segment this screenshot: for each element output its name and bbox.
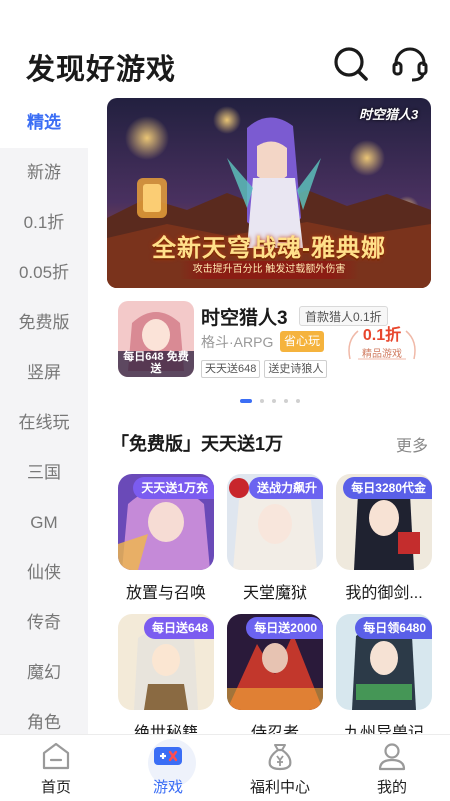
sidebar-item-rpg[interactable]: 角色 bbox=[0, 698, 88, 734]
game-name: 侍忍者 bbox=[250, 725, 299, 734]
bottom-nav: 首页 游戏 福利中心 我的 bbox=[0, 734, 450, 800]
featured-tag: 送史诗狼人 bbox=[264, 360, 328, 378]
promo-banner[interactable]: 时空猎人3 全新天穹战魂-雅典娜 攻击提升百分比 触发过载额外伤害 bbox=[107, 98, 431, 288]
game-name: 放置与召唤 bbox=[125, 585, 206, 602]
featured-cover-text: 每日648 免费送 bbox=[123, 351, 189, 375]
game-tile[interactable]: 每日3280代金 我的御剑... bbox=[336, 474, 432, 604]
featured-game-name: 时空猎人3 bbox=[201, 308, 288, 329]
banner-subtitle: 攻击提升百分比 触发过载额外伤害 bbox=[179, 261, 359, 279]
carousel-indicator bbox=[240, 399, 310, 405]
sidebar-item-three-kingdoms[interactable]: 三国 bbox=[0, 448, 88, 498]
section-more-link[interactable]: 更多 bbox=[396, 432, 428, 456]
nav-label: 福利中心 bbox=[249, 779, 310, 796]
sidebar-item-legend[interactable]: 传奇 bbox=[0, 598, 88, 648]
game-tile[interactable]: 送战力飙升 天堂魔狱 bbox=[227, 474, 323, 604]
featured-discount-value: 0.1折 bbox=[362, 327, 402, 344]
sidebar-item-fantasy[interactable]: 魔幻 bbox=[0, 648, 88, 698]
game-name: 绝世秘籍 bbox=[133, 725, 198, 734]
game-badge: 送战力飙升 bbox=[248, 477, 323, 499]
game-name: 天堂魔狱 bbox=[242, 585, 307, 602]
sidebar-item-new[interactable]: 新游 bbox=[0, 148, 88, 198]
featured-tags: 天天送648 送史诗狼人 bbox=[201, 359, 331, 378]
featured-discount-seal: 0.1折 精品游戏 bbox=[344, 321, 420, 363]
nav-label: 游戏 bbox=[152, 779, 183, 796]
game-tile[interactable]: 每日送648 绝世秘籍 bbox=[118, 614, 214, 734]
game-badge: 天天送1万充 bbox=[133, 477, 214, 499]
sidebar-item-online-play[interactable]: 在线玩 bbox=[0, 398, 88, 448]
game-badge: 每日3280代金 bbox=[343, 477, 432, 499]
page-title: 发现好游戏 bbox=[26, 54, 177, 86]
sidebar-item-portrait[interactable]: 竖屏 bbox=[0, 348, 88, 398]
game-badge: 每日送648 bbox=[143, 617, 214, 639]
featured-discount-label: 精品游戏 bbox=[362, 349, 402, 360]
profile-icon bbox=[376, 741, 408, 771]
game-tile[interactable]: 每日领6480 九州异兽记 bbox=[336, 614, 432, 734]
featured-game-cover: 每日648 免费送 bbox=[118, 301, 194, 377]
nav-label: 我的 bbox=[376, 779, 407, 796]
carousel-dot[interactable] bbox=[260, 399, 264, 403]
nav-games[interactable]: 游戏 bbox=[112, 735, 224, 801]
nav-profile[interactable]: 我的 bbox=[336, 735, 448, 801]
header: 发现好游戏 bbox=[0, 0, 450, 98]
sidebar-item-0-1-discount[interactable]: 0.1折 bbox=[0, 198, 88, 248]
section-title: 「免费版」天天送1万 bbox=[111, 434, 284, 454]
carousel-dot[interactable] bbox=[240, 399, 252, 403]
featured-game-genre: 格斗·ARPG bbox=[201, 334, 274, 350]
sidebar-item-0-05-discount[interactable]: 0.05折 bbox=[0, 248, 88, 298]
headset-icon[interactable] bbox=[390, 44, 430, 84]
main-content: 时空猎人3 全新天穹战魂-雅典娜 攻击提升百分比 触发过载额外伤害 每日648 … bbox=[88, 98, 450, 734]
carousel-dot[interactable] bbox=[296, 399, 300, 403]
featured-tag: 天天送648 bbox=[201, 360, 261, 378]
game-tile[interactable]: 天天送1万充 放置与召唤 bbox=[118, 474, 214, 604]
featured-game-card[interactable]: 每日648 免费送 时空猎人3 首款猎人0.1折 格斗·ARPG 省心玩 天天送… bbox=[118, 301, 438, 381]
banner-game-logo: 时空猎人3 bbox=[359, 107, 419, 122]
nav-home[interactable]: 首页 bbox=[0, 735, 112, 801]
sidebar-item-xianxia[interactable]: 仙侠 bbox=[0, 548, 88, 598]
gamepad-icon bbox=[152, 741, 184, 771]
game-tile[interactable]: 每日送2000 侍忍者 bbox=[227, 614, 323, 734]
carousel-dot[interactable] bbox=[284, 399, 288, 403]
game-name: 九州异兽记 bbox=[343, 725, 424, 734]
game-badge: 每日领6480 bbox=[355, 617, 432, 639]
sidebar-item-gm[interactable]: GM bbox=[0, 498, 88, 548]
featured-online-badge: 省心玩 bbox=[280, 331, 325, 352]
nav-label: 首页 bbox=[40, 779, 71, 796]
money-bag-icon bbox=[264, 741, 296, 771]
sidebar-item-free[interactable]: 免费版 bbox=[0, 298, 88, 348]
banner-title: 全新天穹战魂-雅典娜 bbox=[152, 235, 386, 262]
carousel-dot[interactable] bbox=[272, 399, 276, 403]
game-name: 我的御剑... bbox=[345, 585, 423, 602]
nav-welfare[interactable]: 福利中心 bbox=[224, 735, 336, 801]
sidebar-item-featured[interactable]: 精选 bbox=[0, 98, 88, 148]
home-icon bbox=[40, 741, 72, 771]
search-icon[interactable] bbox=[331, 44, 371, 84]
category-sidebar: 精选 新游 0.1折 0.05折 免费版 竖屏 在线玩 三国 GM 仙侠 传奇 … bbox=[0, 98, 88, 734]
game-badge: 每日送2000 bbox=[246, 617, 323, 639]
